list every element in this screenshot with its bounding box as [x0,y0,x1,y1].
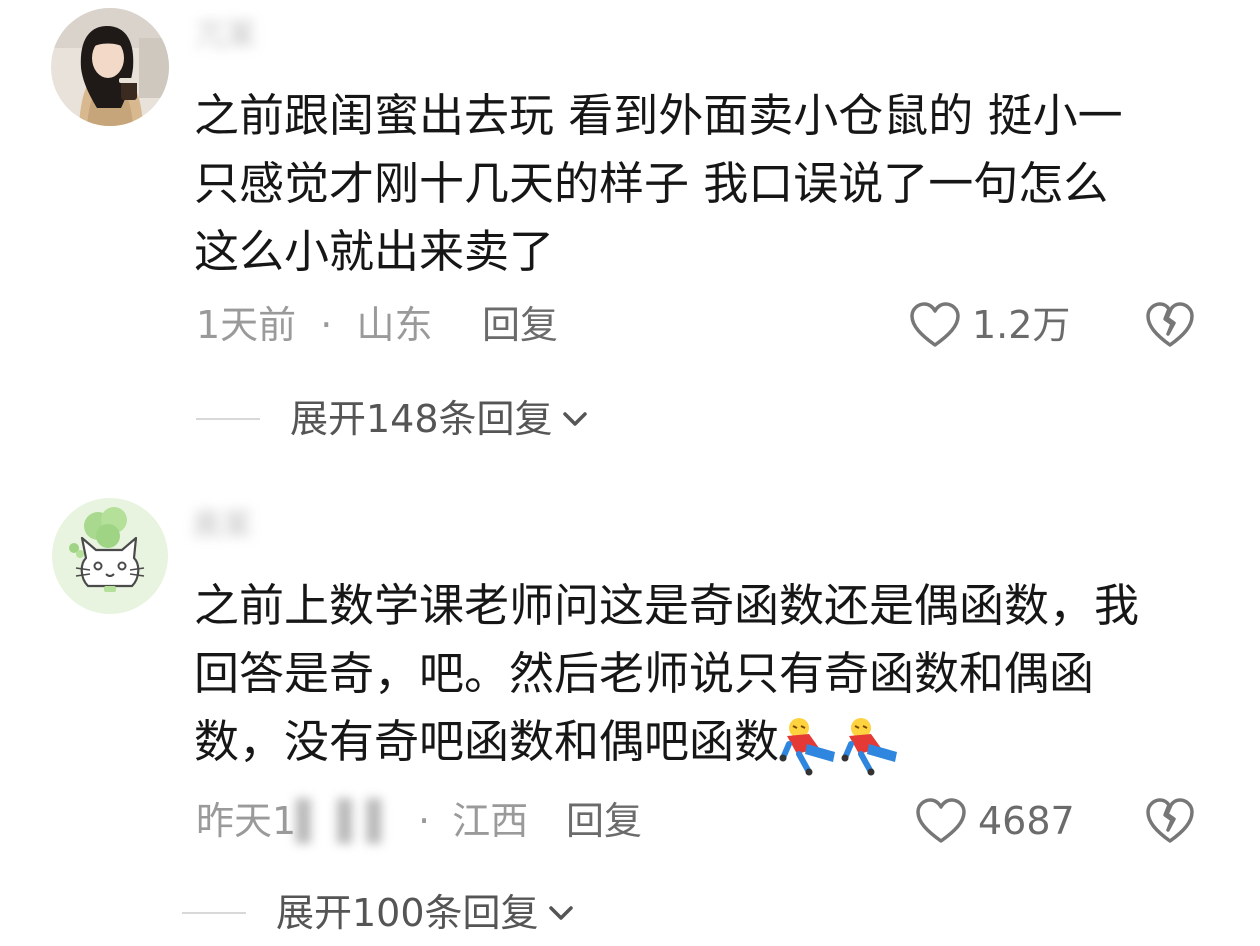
reply-button[interactable]: 回复 [566,796,642,846]
fallen-over-emoji-icon [841,718,898,776]
comment-meta: 1天前 · 山东 [196,300,432,350]
reply-button[interactable]: 回复 [482,300,558,350]
comment-time-hidden: ▌ ▌▌ [296,799,396,843]
divider [196,418,260,420]
fallen-over-emoji-icon [779,718,836,776]
expand-replies-button[interactable]: 展开148条回复 [196,394,591,444]
heart-outline-icon [910,302,960,347]
avatar[interactable] [52,498,168,614]
comment-item: 奥某 之前上数学课老师问这是奇函数还是偶函数，我 回答是奇，吧。然后老师说只有奇… [0,470,1260,946]
comment-body-line: 只感觉才刚十几天的样子 我口误说了一句怎么 [194,157,1109,210]
chevron-down-icon [548,906,573,920]
expand-replies-label: 展开100条回复 [276,891,539,935]
expand-replies-label: 展开148条回复 [290,397,553,441]
comment-body-line: 回答是奇，吧。然后老师说只有奇函数和偶函 [194,647,1095,700]
avatar[interactable] [51,8,169,126]
broken-heart-icon [1146,798,1194,843]
comment-body-line: 数，没有奇吧函数和偶吧函数 [194,708,1139,776]
broken-heart-icon [1146,302,1194,347]
comment-time: 1天前 [196,303,297,347]
comment-body-text: 数，没有奇吧函数和偶吧函数 [194,715,780,768]
username[interactable]: 兀某 [196,14,256,58]
comment-body-line: 这么小就出来卖了 [194,225,555,278]
comment-item: 兀某 之前跟闺蜜出去玩 看到外面卖小仓鼠的 挺小一 只感觉才刚十几天的样子 我口… [0,0,1260,470]
divider [182,912,246,914]
meta-separator: · [418,799,431,843]
heart-outline-icon [916,798,966,843]
username[interactable]: 奥某 [192,504,252,548]
comment-time: 昨天1 [196,799,297,843]
meta-separator: · [320,303,333,347]
like-count: 4687 [978,799,1075,843]
avatar-photo [51,8,169,126]
comment-location: 江西 [452,799,529,843]
comment-body: 之前上数学课老师问这是奇函数还是偶函数，我 回答是奇，吧。然后老师说只有奇函数和… [194,572,1139,776]
expand-replies-button[interactable]: 展开100条回复 [182,888,577,938]
like-count: 1.2万 [972,303,1071,347]
comment-body-line: 之前跟闺蜜出去玩 看到外面卖小仓鼠的 挺小一 [194,89,1123,142]
like-button[interactable]: 1.2万 [908,300,1070,350]
comment-body-line: 之前上数学课老师问这是奇函数还是偶函数，我 [194,579,1140,632]
chevron-down-icon [562,412,587,426]
comment-meta: 昨天1▌ ▌▌ · 江西 [196,796,528,846]
comment-location: 山东 [356,303,433,347]
avatar-cat-illustration [52,498,168,614]
comment-body: 之前跟闺蜜出去玩 看到外面卖小仓鼠的 挺小一 只感觉才刚十几天的样子 我口误说了… [194,82,1123,286]
like-button[interactable]: 4687 [914,796,1075,846]
dislike-button[interactable] [1144,796,1196,846]
dislike-button[interactable] [1144,300,1196,350]
